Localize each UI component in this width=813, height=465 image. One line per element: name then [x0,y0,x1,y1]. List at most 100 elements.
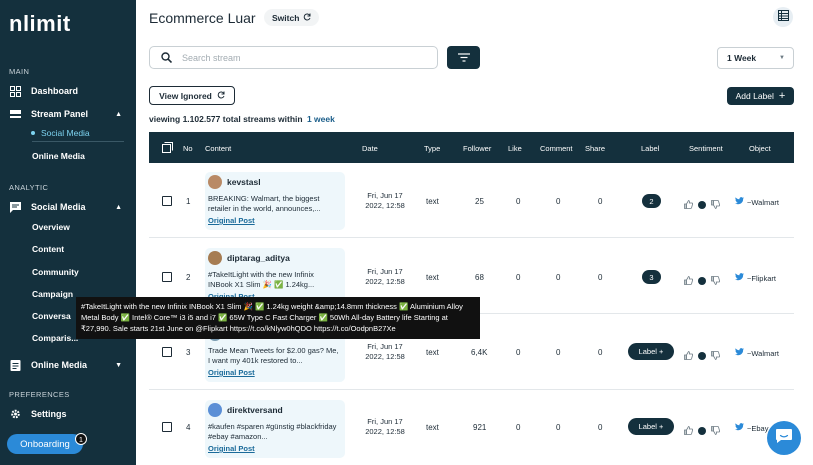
sidebar-item-online-media[interactable]: Online Media ▼ [0,355,136,375]
view-ignored-button[interactable]: View Ignored [149,86,235,105]
sidebar-item-settings[interactable]: Settings [0,404,136,424]
gear-icon [10,409,21,420]
object-cell: ~Walmart [735,197,779,207]
col-content: Content [205,144,232,153]
sidebar-item-stream-panel[interactable]: Stream Panel ▲ [0,104,136,124]
thumbs-down-icon[interactable] [711,272,721,290]
object-name: ~Walmart [747,197,780,207]
chat-icon [775,428,793,449]
col-follower: Follower [463,144,492,153]
object-cell: ~Ebay [735,423,768,433]
chevron-up-icon: ▲ [115,203,122,211]
type-cell: text [426,197,439,206]
label-badge[interactable]: 2 [642,194,661,208]
thumbs-up-icon[interactable] [684,347,694,365]
date-cell: Fri, Jun 17 2022, 12:58 [355,267,415,287]
row-checkbox[interactable] [162,422,172,432]
onboarding-button[interactable]: Onboarding [7,434,83,454]
twitter-icon [735,197,744,207]
grid-icon [10,85,21,97]
sidebar-subitem-label: Social Media [41,128,90,138]
row-checkbox[interactable] [162,272,172,282]
summary-count: 1.102.577 [182,114,221,124]
filter-button[interactable] [447,46,480,69]
thumbs-down-icon[interactable] [711,347,721,365]
label-badge[interactable]: 3 [642,270,661,284]
summary-period: 1 week [306,114,335,124]
select-all-icon[interactable] [162,142,173,155]
sidebar-subitem-social-media[interactable]: Social Media [31,128,90,138]
row-checkbox[interactable] [162,347,172,357]
content-card: kevstasl BREAKING: Walmart, the biggest … [205,172,345,230]
period-select[interactable]: 1 Week ▼ [717,47,794,69]
avatar [208,251,222,265]
sidebar-item-social-media[interactable]: Social Media ▲ [0,197,136,217]
search-input[interactable] [182,52,402,63]
sidebar-item-label: Dashboard [31,86,79,96]
sidebar: nlimit MAIN Dashboard Stream Panel ▲ Soc… [0,0,136,465]
switch-button[interactable]: Switch [264,9,320,26]
follower-cell: 921 [473,423,487,432]
date-cell: Fri, Jun 17 2022, 12:58 [355,342,415,362]
col-sentiment: Sentiment [689,144,723,153]
add-label-badge[interactable]: Label + [628,343,674,360]
date-line: Fri, Jun 17 [367,191,403,200]
avatar [208,175,222,189]
date-line: 2022, 12:58 [365,277,405,286]
follower-cell: 68 [475,273,484,282]
sidebar-subitem-campaign[interactable]: Campaign [32,289,73,299]
share-cell: 0 [598,423,603,432]
date-line: 2022, 12:58 [365,201,405,210]
sidebar-subitem-conversation[interactable]: Conversa [32,311,71,321]
avatar [208,403,222,417]
neutral-dot[interactable] [698,277,706,285]
original-post-link[interactable]: Original Post [208,216,255,225]
date-cell: Fri, Jun 17 2022, 12:58 [355,417,415,437]
neutral-dot[interactable] [698,427,706,435]
sidebar-subitem-overview[interactable]: Overview [32,222,70,232]
thumbs-up-icon[interactable] [684,422,694,440]
row-no: 3 [186,348,191,357]
sidebar-item-label: Stream Panel [31,109,89,119]
filter-icon [457,49,470,67]
table-view-button[interactable] [773,7,793,27]
chevron-down-icon: ▼ [115,361,122,369]
summary-middle: total streams within [222,114,303,124]
switch-label: Switch [272,12,300,23]
row-no: 4 [186,423,191,432]
add-label-button[interactable]: Add Label + [727,87,794,105]
active-underline [32,141,124,142]
sidebar-item-label: Settings [31,409,67,419]
thumbs-down-icon[interactable] [711,196,721,214]
like-cell: 0 [516,423,521,432]
original-post-link[interactable]: Original Post [208,368,255,377]
chat-button[interactable] [767,421,801,455]
original-post-link[interactable]: Original Post [208,444,255,453]
follower-cell: 25 [475,197,484,206]
sidebar-subitem-content[interactable]: Content [32,244,64,254]
sidebar-subitem-online-media[interactable]: Online Media [32,151,85,161]
sidebar-subitem-community[interactable]: Community [32,267,79,277]
like-cell: 0 [516,348,521,357]
thumbs-up-icon[interactable] [684,196,694,214]
content-tooltip: #TakeItLight with the new Infinix INBook… [76,297,480,339]
content-snippet: BREAKING: Walmart, the biggest retailer … [208,194,321,213]
add-label-text: Add Label [735,91,774,101]
row-checkbox[interactable] [162,196,172,206]
search-icon [161,52,172,63]
view-ignored-label: View Ignored [159,90,212,101]
search-box [149,46,438,69]
sidebar-item-dashboard[interactable]: Dashboard [0,81,136,101]
thumbs-down-icon[interactable] [711,422,721,440]
object-name: ~Walmart [747,348,780,358]
thumbs-up-icon[interactable] [684,272,694,290]
add-label-badge[interactable]: Label + [628,418,674,435]
neutral-dot[interactable] [698,352,706,360]
object-name: ~Ebay [747,423,769,433]
table-row: 1 kevstasl BREAKING: Walmart, the bigges… [149,163,794,238]
main-panel: Ecommerce Luar Switch 1 Week ▼ View Igno… [136,0,813,465]
content-snippet: Trade Mean Tweets for $2.00 gas? Me, I w… [208,346,339,365]
period-value: 1 Week [727,53,757,63]
neutral-dot[interactable] [698,201,706,209]
sidebar-subitem-comparison[interactable]: Comparis... [32,333,78,343]
